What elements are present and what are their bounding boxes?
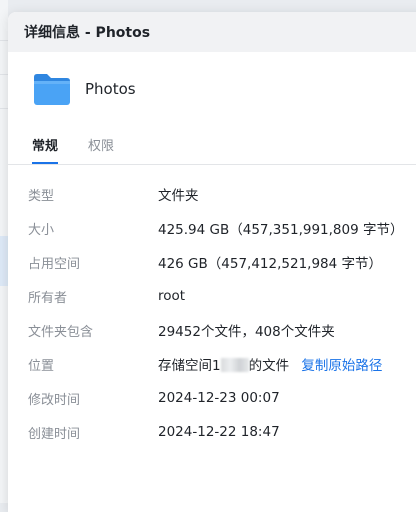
background-divider [0, 74, 8, 75]
property-value: 2024-12-23 00:07 [158, 390, 280, 406]
location-suffix: 的文件 [248, 358, 290, 374]
property-value: 426 GB（457,412,521,984 字节） [158, 256, 383, 272]
property-label: 修改时间 [28, 392, 81, 408]
background-app-strip [0, 0, 8, 503]
property-label: 类型 [28, 188, 55, 204]
property-row-size: 大小 425.94 GB（457,351,991,809 字节） [8, 211, 416, 245]
properties-list: 类型 文件夹 大小 425.94 GB（457,351,991,809 字节） … [8, 165, 416, 449]
item-name: Photos [85, 80, 136, 98]
property-row-contains: 文件夹包含 29452个文件，408个文件夹 [8, 313, 416, 347]
property-value: 2024-12-22 18:47 [158, 424, 280, 440]
background-selected-row [0, 236, 8, 286]
redacted-text [220, 358, 249, 372]
property-value: 29452个文件，408个文件夹 [158, 324, 335, 340]
tab-general[interactable]: 常规 [32, 135, 59, 164]
property-value: root [158, 288, 186, 304]
property-value: 文件夹 [158, 188, 199, 204]
details-dialog: 详细信息 - Photos Photos 常规 权限 类型 文件夹 大小 425… [8, 12, 416, 512]
property-label: 文件夹包含 [28, 324, 94, 340]
dialog-title: 详细信息 - Photos [24, 25, 151, 41]
background-divider [0, 108, 8, 109]
dialog-titlebar[interactable]: 详细信息 - Photos [8, 12, 416, 52]
property-row-modified: 修改时间 2024-12-23 00:07 [8, 381, 416, 415]
property-label: 创建时间 [28, 426, 81, 442]
property-label: 所有者 [28, 290, 68, 306]
folder-icon [32, 71, 72, 107]
property-label: 位置 [28, 358, 55, 374]
property-row-disk-usage: 占用空间 426 GB（457,412,521,984 字节） [8, 245, 416, 279]
item-header: Photos [8, 52, 416, 126]
tab-permissions[interactable]: 权限 [88, 135, 114, 164]
property-row-owner: 所有者 root [8, 279, 416, 313]
property-row-location: 位置 存储空间1 的文件 复制原始路径 [8, 347, 416, 381]
property-row-created: 创建时间 2024-12-22 18:47 [8, 415, 416, 449]
copy-original-path-link[interactable]: 复制原始路径 [301, 358, 382, 374]
location-value: 存储空间1 的文件 复制原始路径 [158, 354, 382, 374]
background-divider [0, 40, 8, 41]
tab-bar: 常规 权限 [8, 126, 416, 165]
property-label: 占用空间 [28, 256, 81, 272]
property-row-type: 类型 文件夹 [8, 177, 416, 211]
property-label: 大小 [28, 222, 55, 238]
location-prefix: 存储空间1 [158, 358, 221, 374]
property-value: 425.94 GB（457,351,991,809 字节） [158, 222, 404, 238]
